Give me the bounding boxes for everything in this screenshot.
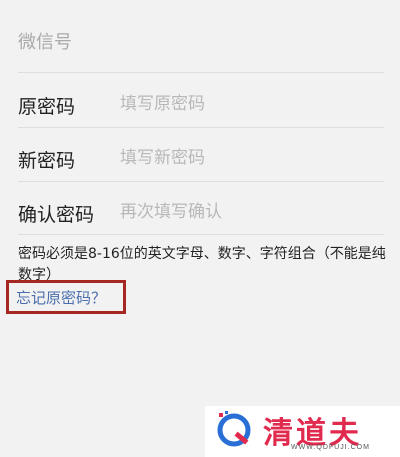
confirm-password-input[interactable]: [120, 202, 370, 222]
divider: [18, 234, 384, 235]
old-password-label: 原密码: [18, 96, 76, 118]
watermark-url: WWW.QDFUJI.COM: [291, 444, 370, 451]
divider: [18, 127, 384, 128]
confirm-password-label: 确认密码: [18, 204, 95, 226]
old-password-input[interactable]: [120, 94, 370, 114]
forgot-password-link[interactable]: 忘记原密码？: [16, 287, 106, 308]
watermark-logo-icon: [217, 411, 251, 447]
wechat-id-label: 微信号: [18, 32, 72, 53]
new-password-input[interactable]: [120, 148, 370, 168]
divider: [18, 181, 384, 182]
divider: [18, 72, 384, 73]
new-password-label: 新密码: [18, 150, 76, 172]
watermark: 清道夫 WWW.QDFUJI.COM: [205, 406, 400, 457]
